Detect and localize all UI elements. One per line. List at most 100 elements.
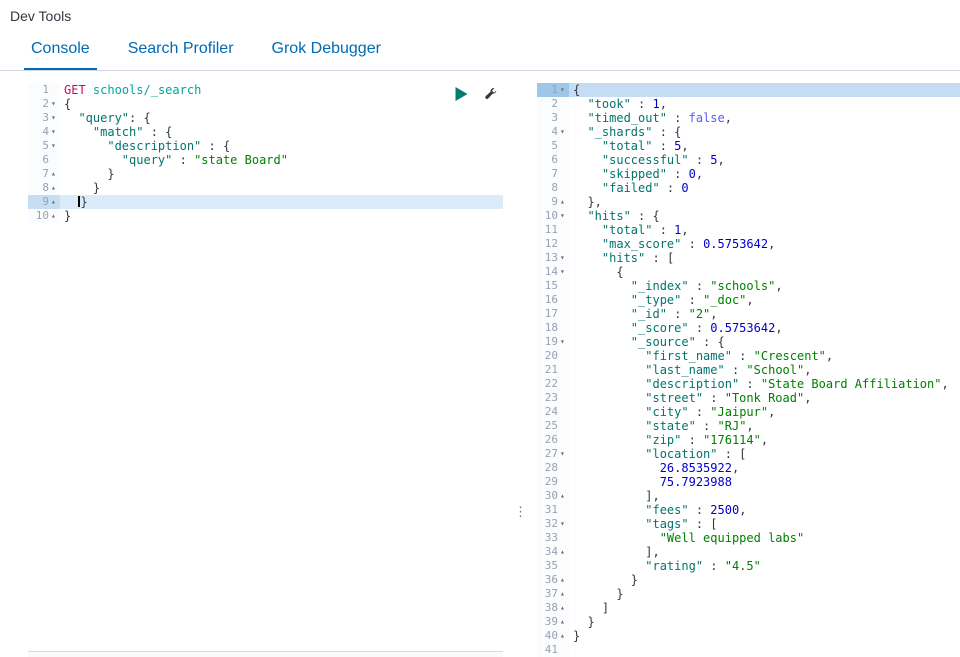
code-text: "query" : "state Board"	[121, 153, 288, 167]
code-text: "_index" : "schools",	[630, 279, 783, 293]
tab-search-profiler[interactable]: Search Profiler	[121, 30, 241, 70]
line-number: 41	[544, 643, 558, 656]
gutter-cell: 21	[537, 363, 569, 377]
code-line: 17 "_id" : "2",	[537, 307, 960, 321]
fold-open-icon[interactable]: ▾	[49, 139, 60, 153]
gutter-cell: 28	[537, 461, 569, 475]
line-number: 23	[544, 391, 558, 404]
code-text: "last_name" : "School",	[645, 363, 812, 377]
line-number: 9	[42, 195, 49, 208]
line-number: 8	[551, 181, 558, 194]
fold-open-icon[interactable]: ▾	[558, 125, 569, 139]
gutter-cell: 9 ▴	[28, 195, 60, 209]
fold-closed-icon[interactable]: ▴	[558, 601, 569, 615]
settings-button[interactable]	[482, 86, 499, 103]
code-line: 13 ▾ "hits" : [	[537, 251, 960, 265]
gutter-cell: 39 ▴	[537, 615, 569, 629]
page-title: Dev Tools	[10, 8, 72, 24]
line-number: 29	[544, 475, 558, 488]
fold-closed-icon[interactable]: ▴	[558, 615, 569, 629]
code-text: "description" : "State Board Affiliation…	[645, 377, 949, 391]
fold-open-icon[interactable]: ▾	[49, 97, 60, 111]
fold-open-icon[interactable]: ▾	[558, 517, 569, 531]
fold-closed-icon[interactable]: ▴	[558, 195, 569, 209]
code-line: 6 "successful" : 5,	[537, 153, 960, 167]
fold-open-icon[interactable]: ▾	[558, 251, 569, 265]
fold-closed-icon[interactable]: ▴	[558, 545, 569, 559]
line-number: 25	[544, 419, 558, 432]
code-text: }	[573, 573, 639, 587]
fold-open-icon[interactable]: ▾	[49, 125, 60, 139]
line-number: 31	[544, 503, 558, 516]
wrench-icon	[484, 87, 497, 101]
code-text: ]	[573, 601, 610, 615]
code-line[interactable]: 9 ▴ }	[28, 195, 503, 209]
code-line: 25 "state" : "RJ",	[537, 419, 960, 433]
gutter-cell: 3 ▾	[28, 111, 60, 125]
line-number: 36	[544, 573, 558, 586]
request-editor[interactable]: 1 GET schools/_search 2 ▾{3 ▾ "query": {4 ▾ "…	[28, 83, 503, 657]
line-number: 12	[544, 237, 558, 250]
code-line: 21 "last_name" : "School",	[537, 363, 960, 377]
code-line: 26 "zip" : "176114",	[537, 433, 960, 447]
line-number: 11	[544, 223, 558, 236]
fold-closed-icon[interactable]: ▴	[558, 573, 569, 587]
tab-bar: Console Search Profiler Grok Debugger	[0, 30, 960, 71]
horizontal-scrollbar[interactable]	[28, 651, 503, 657]
send-request-button[interactable]	[453, 85, 470, 103]
code-text: "_source" : {	[630, 335, 725, 349]
tab-console[interactable]: Console	[24, 30, 97, 70]
fold-closed-icon[interactable]: ▴	[49, 167, 60, 181]
code-line[interactable]: 4 ▾ "match" : {	[28, 125, 503, 139]
code-line[interactable]: 1 GET schools/_search	[28, 83, 503, 97]
fold-closed-icon[interactable]: ▴	[558, 587, 569, 601]
fold-open-icon[interactable]: ▾	[558, 335, 569, 349]
fold-open-icon[interactable]: ▾	[558, 265, 569, 279]
fold-open-icon[interactable]: ▾	[558, 447, 569, 461]
code-text: "query": {	[78, 111, 151, 125]
fold-closed-icon[interactable]: ▴	[49, 209, 60, 223]
code-text: }	[64, 167, 115, 181]
code-line: 3 "timed_out" : false,	[537, 111, 960, 125]
response-viewer-lines: 1 ▾{2 "took" : 1, 3 "timed_out" : false, 4 ▾…	[537, 83, 960, 657]
line-number: 1	[42, 83, 49, 96]
code-line[interactable]: 5 ▾ "description" : {	[28, 139, 503, 153]
code-text: "skipped" : 0,	[601, 167, 704, 181]
editor-actions	[453, 85, 499, 103]
fold-open-icon[interactable]: ▾	[49, 111, 60, 125]
gutter-cell: 15	[537, 279, 569, 293]
gutter-cell: 7	[537, 167, 569, 181]
code-line: 14 ▾ {	[537, 265, 960, 279]
gutter-cell: 30 ▴	[537, 489, 569, 503]
line-number: 40	[544, 629, 558, 642]
fold-closed-icon[interactable]: ▴	[49, 195, 60, 209]
gutter-cell: 5 ▾	[28, 139, 60, 153]
code-line[interactable]: 10 ▴}	[28, 209, 503, 223]
code-line[interactable]: 2 ▾ {	[28, 97, 503, 111]
code-line: 29 75.7923988	[537, 475, 960, 489]
panel-resizer[interactable]: ⋮	[503, 83, 537, 657]
line-number: 32	[544, 517, 558, 530]
fold-open-icon[interactable]: ▾	[558, 209, 569, 223]
line-number: 2	[42, 97, 49, 110]
tab-grok-debugger[interactable]: Grok Debugger	[265, 30, 388, 70]
code-line[interactable]: 8 ▴ }	[28, 181, 503, 195]
gutter-cell: 8	[537, 181, 569, 195]
gutter-cell: 18	[537, 321, 569, 335]
line-number: 20	[544, 349, 558, 362]
code-line[interactable]: 3 ▾ "query": {	[28, 111, 503, 125]
code-line: 27 ▾ "location" : [	[537, 447, 960, 461]
fold-closed-icon[interactable]: ▴	[49, 181, 60, 195]
fold-closed-icon[interactable]: ▴	[558, 489, 569, 503]
code-text: "city" : "Jaipur",	[645, 405, 776, 419]
gutter-cell: 20	[537, 349, 569, 363]
code-line[interactable]: 7 ▴ }	[28, 167, 503, 181]
line-number: 34	[544, 545, 558, 558]
fold-closed-icon[interactable]: ▴	[558, 629, 569, 643]
fold-open-icon[interactable]: ▾	[558, 83, 569, 97]
gutter-cell: 6	[28, 153, 60, 167]
line-number: 30	[544, 489, 558, 502]
code-line[interactable]: 6 "query" : "state Board"	[28, 153, 503, 167]
